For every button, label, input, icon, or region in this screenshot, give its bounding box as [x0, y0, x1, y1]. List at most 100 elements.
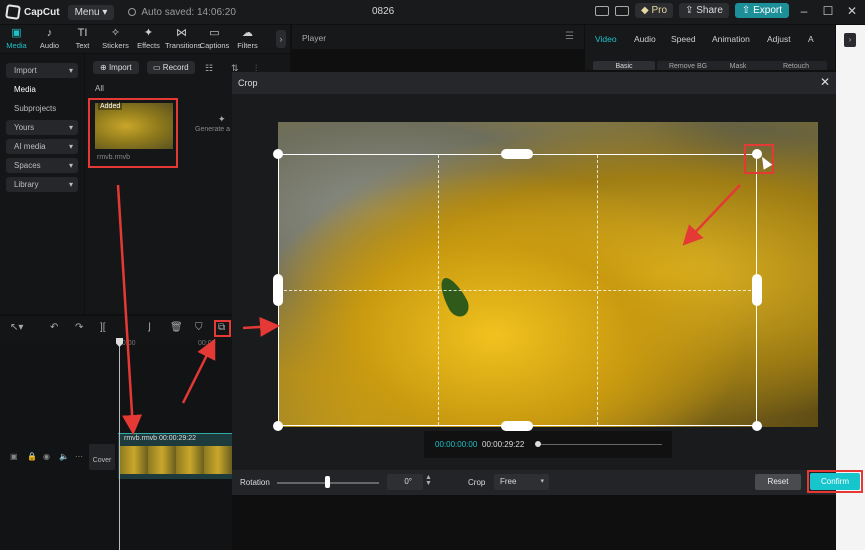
sidebar-item-ai-media[interactable]: AI media ▾	[6, 139, 78, 154]
more-icon[interactable]: ⋯	[75, 452, 83, 461]
share-button[interactable]: ⇪ Share	[679, 3, 729, 18]
export-button[interactable]: ⇧ Export	[734, 3, 789, 18]
subtab-retouch[interactable]: Retouch	[765, 61, 827, 70]
tab-animation[interactable]: Animation	[712, 34, 750, 44]
sidebar-item-import[interactable]: Import ▾	[6, 63, 78, 78]
player-menu-icon[interactable]: ☰	[565, 31, 574, 42]
layout-icon[interactable]	[595, 5, 610, 16]
redo-icon[interactable]: ↷	[75, 322, 83, 333]
subtab-basic[interactable]: Basic	[593, 61, 655, 70]
minimize-icon[interactable]: –	[795, 4, 813, 18]
menu-button[interactable]: Menu ▾	[67, 4, 115, 20]
track-toggle-icon[interactable]: ▣	[10, 452, 18, 461]
tab-label: Filters	[237, 41, 258, 50]
close-icon[interactable]: ✕	[820, 75, 830, 89]
crop-handle-top[interactable]	[501, 149, 533, 159]
video-clip[interactable]: rmvb.rmvb 00:00:29:22	[118, 433, 232, 479]
trim-right-icon[interactable]: ⌋	[147, 322, 151, 333]
cover-label: Cover	[92, 457, 112, 464]
autosave-icon	[128, 8, 137, 16]
tab-label: Effects	[137, 41, 160, 50]
sidebar-item-library[interactable]: Library ▾	[6, 177, 78, 192]
tab-video[interactable]: Video	[595, 34, 617, 44]
scrub-track[interactable]	[537, 444, 662, 445]
sidebar-item-label: Yours	[14, 123, 35, 132]
pro-button[interactable]: ◆ Pro	[635, 3, 674, 18]
eye-icon[interactable]: ◉	[43, 452, 50, 461]
scrub-handle[interactable]	[535, 441, 541, 447]
delete-icon[interactable]: 🗑	[170, 322, 183, 333]
tab-audio[interactable]: ♪ Audio	[33, 27, 66, 53]
sidebar-item-label: Media	[14, 85, 36, 94]
sidebar-item-subprojects[interactable]: Subprojects	[6, 101, 78, 116]
timeline-toolbar: ↖▾ ↶ ↷ ][ ⌊ ⌋ 🗑 ⛉ ⧉	[0, 316, 232, 340]
undo-icon[interactable]: ↶	[50, 322, 58, 333]
tool-tabs: ▣ Media ♪ Audio TI Text ✧ Stickers ✦ Effects …	[0, 25, 290, 53]
generate-button[interactable]: Generate a	[195, 126, 230, 133]
record-label: Record	[162, 63, 189, 72]
playhead-line[interactable]	[119, 340, 120, 550]
reset-button[interactable]: Reset	[755, 474, 801, 490]
media-icon: ▣	[11, 27, 22, 39]
crop-handle-bottom[interactable]	[501, 421, 533, 431]
cover-button[interactable]: Cover	[89, 444, 115, 470]
sparkle-icon: ✦	[218, 114, 226, 124]
split-icon[interactable]: ][	[100, 322, 106, 333]
crop-time-bar: 00:00:00:00 00:00:29:22	[424, 431, 672, 458]
tab-inspector-audio[interactable]: Audio	[634, 34, 656, 44]
player-title: Player	[302, 33, 327, 43]
text-icon: TI	[77, 27, 88, 39]
crop-handle-bottom-right[interactable]	[752, 421, 762, 431]
rotation-slider-handle[interactable]	[325, 476, 330, 488]
volume-icon[interactable]: 🔈	[59, 452, 69, 461]
tab-captions[interactable]: ▭ Captions	[198, 27, 231, 53]
tab-filters[interactable]: ☁ Filters	[231, 27, 264, 53]
sidebar-item-label: AI media	[14, 142, 46, 151]
rotation-stepper-icon[interactable]: ▲ ▼	[425, 474, 432, 487]
sidebar-item-yours[interactable]: Yours ▾	[6, 120, 78, 135]
project-title[interactable]: 0826	[372, 6, 394, 17]
rotation-input[interactable]: 0°	[387, 474, 423, 490]
tab-stickers[interactable]: ✧ Stickers	[99, 27, 132, 53]
transitions-icon: ⋈	[176, 27, 187, 39]
import-button[interactable]: ⊕ Import	[93, 61, 139, 74]
sidebar-item-label: Library	[14, 180, 39, 189]
record-button[interactable]: ▭ Record	[147, 61, 195, 74]
tab-text[interactable]: TI Text	[66, 27, 99, 53]
tab-adjust[interactable]: Adjust	[767, 34, 791, 44]
filter-all[interactable]: All	[95, 84, 104, 93]
crop-handle-right[interactable]	[752, 274, 762, 306]
tab-effects[interactable]: ✦ Effects	[132, 27, 165, 53]
sidebar-item-spaces[interactable]: Spaces ▾	[6, 158, 78, 173]
shortcuts-icon[interactable]	[615, 5, 630, 16]
trim-left-icon[interactable]: ⌊	[125, 322, 129, 333]
sidebar-item-media[interactable]: Media	[6, 82, 78, 97]
chevron-down-icon: ▾	[68, 123, 73, 132]
crop-ratio-select[interactable]: Free ▾	[494, 474, 549, 490]
crop-handle-left[interactable]	[273, 274, 283, 306]
select-tool-icon[interactable]: ↖▾	[10, 322, 23, 333]
subtab-mask[interactable]: Mask	[707, 61, 769, 70]
ruler-mark: 00:00	[198, 340, 216, 347]
left-sidebar: Import ▾ Media Subprojects Yours ▾ AI medi…	[0, 54, 84, 314]
tab-more[interactable]: A	[808, 34, 814, 44]
tab-speed[interactable]: Speed	[671, 34, 696, 44]
tabs-scroll-right-icon[interactable]: ›	[276, 30, 286, 48]
maximize-icon[interactable]: ☐	[819, 4, 837, 18]
background-dark	[232, 495, 836, 550]
filters-icon: ☁	[242, 27, 253, 39]
panel-scroll-right-icon[interactable]: ›	[844, 33, 856, 47]
confirm-button[interactable]: Confirm	[810, 473, 860, 490]
crop-handle-top-left[interactable]	[273, 149, 283, 159]
crop-dialog-header: Crop ✕	[232, 72, 836, 94]
shield-icon[interactable]: ⛉	[195, 322, 203, 333]
crop-frame[interactable]	[278, 154, 757, 426]
tab-label: Captions	[199, 41, 230, 50]
close-window-icon[interactable]: ✕	[843, 4, 861, 18]
tab-transitions[interactable]: ⋈ Transitions	[165, 27, 201, 53]
crop-dialog: Crop ✕ 00:00:00:00 00:00:29:22 Rotation	[232, 72, 836, 495]
lock-icon[interactable]: 🔒	[27, 452, 37, 461]
tab-media[interactable]: ▣ Media	[0, 27, 33, 53]
view-toggle-icon[interactable]: ☷	[205, 63, 213, 74]
crop-handle-bottom-left[interactable]	[273, 421, 283, 431]
